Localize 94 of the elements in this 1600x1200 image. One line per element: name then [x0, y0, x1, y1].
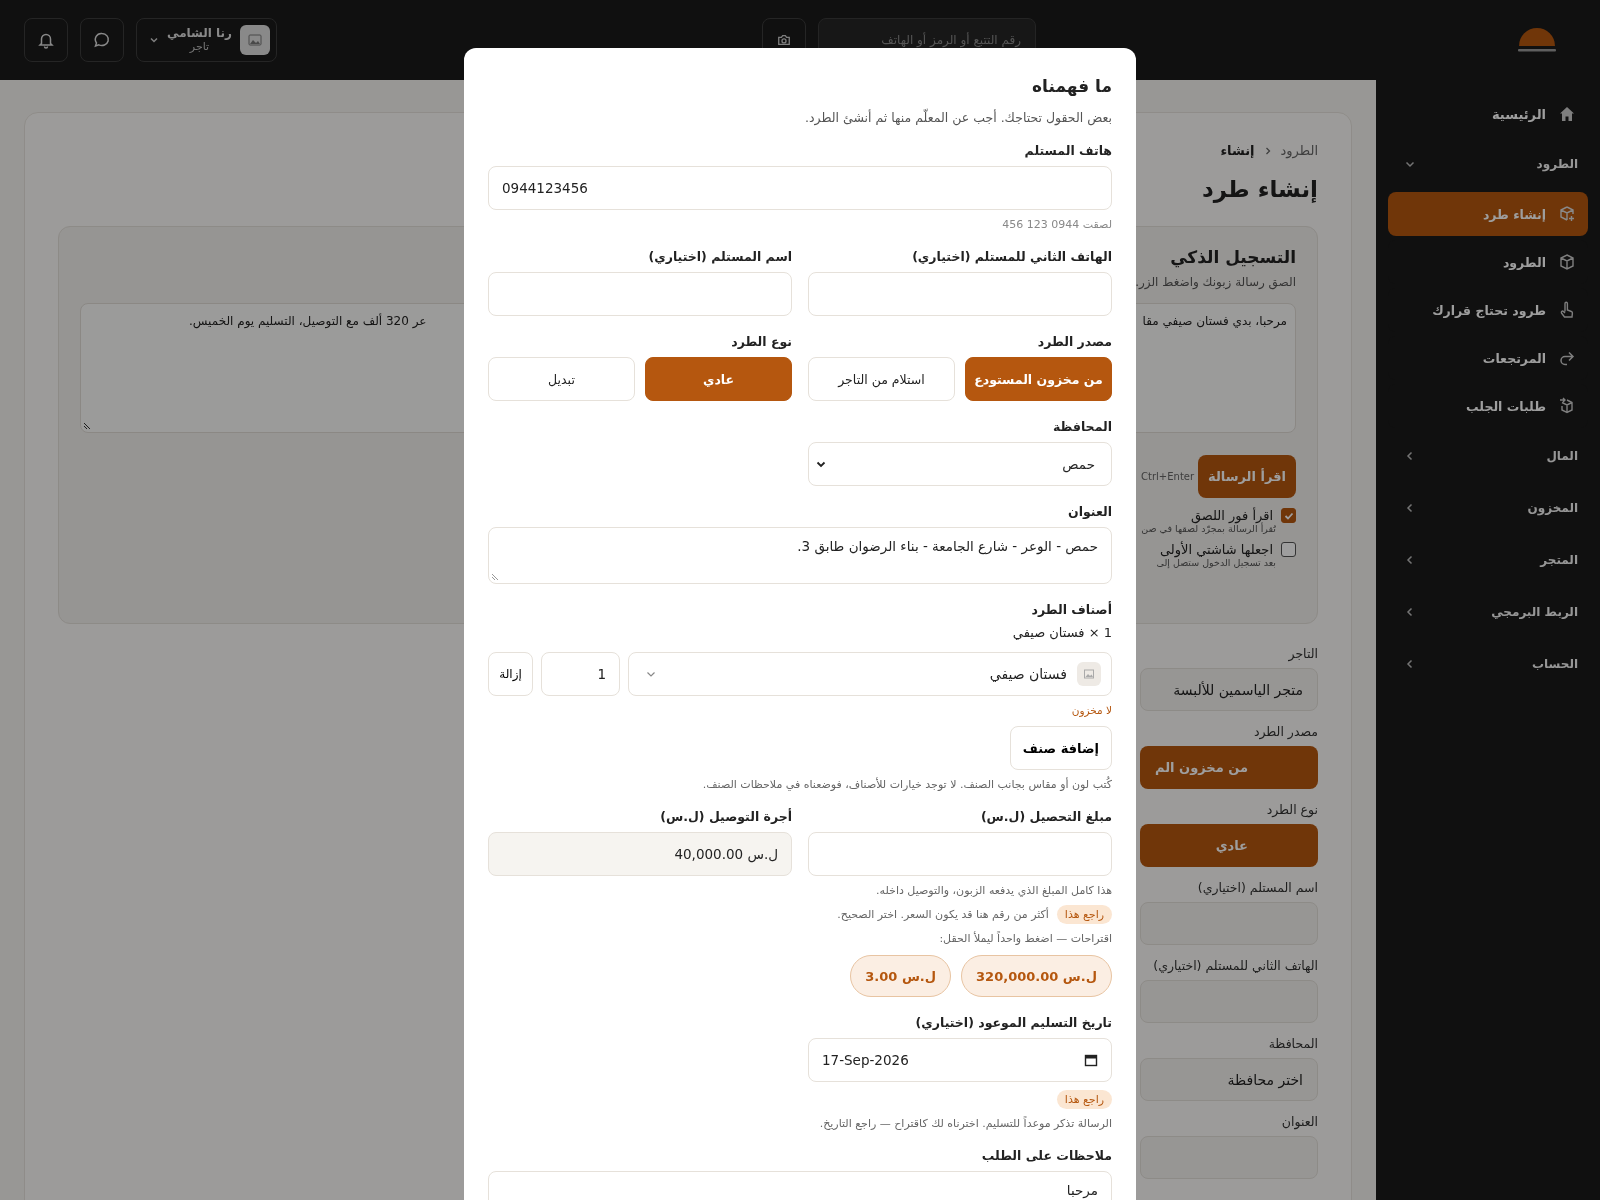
resize-grip-icon: [491, 573, 499, 581]
breadcrumb-current: إنشاء: [1220, 143, 1255, 158]
field-label: أجرة التوصيل (ل.س): [659, 809, 792, 824]
card-title: التسجيل الذكي: [1170, 247, 1296, 267]
box-plus-icon: [1558, 205, 1576, 223]
address-field[interactable]: حمص - الوعر - شارع الجامعة - بناء الرضوان طابق 3.: [488, 527, 1112, 584]
checkbox[interactable]: [1281, 508, 1296, 523]
remove-button[interactable]: إزالة: [488, 652, 533, 696]
option-hint: بعد تسجيل الدخول ستصل إلى: [1155, 557, 1276, 568]
suggestion-chip[interactable]: ل.س 3.00: [850, 955, 952, 997]
option-button[interactable]: من مخزون الم: [1140, 746, 1318, 789]
option-button[interactable]: عادي: [645, 357, 792, 401]
option-button[interactable]: عادي: [1140, 824, 1318, 867]
field-label: مبلغ التحصيل (ل.س): [979, 809, 1112, 824]
nav-section[interactable]: الحساب: [1388, 638, 1588, 690]
field-label: العنوان: [1067, 504, 1112, 519]
option-hint: تُقرأ الرسالة بمجرّد لصقها في صن: [1140, 523, 1276, 534]
field-label: مصدر الطرد: [1036, 334, 1112, 349]
dialog-subtitle: بعض الحقول تحتاجك. أجب عن المعلّم منها ثم أنشئ الطرد.: [804, 110, 1112, 125]
chat-button[interactable]: [80, 18, 124, 62]
home-icon: [1558, 105, 1576, 123]
select-field[interactable]: اختر محافظة: [1140, 1058, 1318, 1101]
phone-field[interactable]: 0944123456: [488, 166, 1112, 210]
date-field[interactable]: 17-Sep-2026: [808, 1038, 1112, 1082]
field-label: المحافظة: [1052, 419, 1112, 434]
breadcrumb-link[interactable]: الطرود: [1280, 143, 1318, 158]
items-summary: 1 × فستان صيفي: [1011, 625, 1112, 640]
add-item-button[interactable]: إضافة صنف: [1009, 726, 1112, 770]
suggestions-label: اقتراحات — اضغط واحداً ليملأ الحقل:: [938, 932, 1112, 945]
field-label: الهاتف الثاني للمستلم (اختياري): [1152, 958, 1318, 973]
nav-section[interactable]: المخزون: [1388, 482, 1588, 534]
review-badge: راجع هذا: [1056, 1090, 1112, 1109]
hand-icon: [1558, 301, 1576, 319]
nav-item[interactable]: الرئيسية: [1388, 90, 1588, 138]
read-message-button[interactable]: اقرأ الرسالة: [1198, 455, 1296, 498]
nav-section[interactable]: المتجر: [1388, 534, 1588, 586]
field-hint: الرسالة تذكر موعداً للتسليم. اخترناه لك كاقتراح — راجع التاريخ.: [818, 1117, 1112, 1130]
stock-warning: لا مخزون: [1070, 704, 1112, 716]
nav-item[interactable]: إنشاء طرد: [1388, 192, 1588, 236]
option-label: اقرأ فور اللصق: [1190, 508, 1273, 523]
input-field[interactable]: [808, 272, 1112, 316]
input-field[interactable]: [488, 272, 792, 316]
field-label: العنوان: [1280, 1114, 1318, 1129]
field-label: هاتف المستلم: [1023, 143, 1112, 158]
option-button[interactable]: استلام من التاجر: [808, 357, 955, 401]
option-button[interactable]: من مخزون المستودع: [965, 357, 1112, 401]
input-field[interactable]: [808, 832, 1112, 876]
field-hint: هذا كامل المبلغ الذي يدفعه الزبون، والتوصيل داخله.: [875, 884, 1112, 897]
review-badge: راجع هذا: [1056, 905, 1112, 924]
product-select[interactable]: فستان صيفي: [628, 652, 1112, 696]
input-field: ل.س 40,000.00: [488, 832, 792, 876]
nav-section[interactable]: المال: [1388, 430, 1588, 482]
card-subtitle: الصق رسالة زبونك واضغط الزر.: [1134, 275, 1296, 289]
items-note: كُتب لون أو مقاس بجانب الصنف. لا توجد خيارات للأصناف، فوضعناه في ملاحظات الصنف.: [701, 778, 1112, 791]
dialog-title: ما فهمناه: [1031, 76, 1112, 96]
nav-section[interactable]: الطرود: [1388, 138, 1588, 190]
input-field[interactable]: متجر الياسمين للألبسة: [1140, 668, 1318, 711]
field-label: أصناف الطرد: [1030, 602, 1112, 617]
field-label: مصدر الطرد: [1252, 724, 1318, 739]
review-text: أكثر من رقم هنا قد يكون السعر. اختر الصحيح.: [837, 908, 1049, 921]
notifications-button[interactable]: [24, 18, 68, 62]
calendar-icon: [1084, 1053, 1098, 1067]
option-label: اجعلها شاشتي الأولى: [1159, 542, 1273, 557]
field-label: المحافظة: [1267, 1036, 1318, 1051]
select-field[interactable]: حمص: [808, 442, 1112, 486]
field-label: نوع الطرد: [730, 334, 792, 349]
box-arrow-icon: [1558, 397, 1576, 415]
option-button[interactable]: تبديل: [488, 357, 635, 401]
suggestion-chip[interactable]: ل.س 320,000.00: [961, 955, 1112, 997]
field-label: اسم المستلم (اختياري): [1196, 880, 1318, 895]
box-icon: [1558, 253, 1576, 271]
checkbox[interactable]: [1281, 542, 1296, 557]
field-label: نوع الطرد: [1265, 802, 1318, 817]
avatar-icon: [240, 25, 270, 55]
field-label: الهاتف الثاني للمستلم (اختياري): [911, 249, 1112, 264]
quantity-field[interactable]: 1: [541, 652, 620, 696]
shortcut-hint: Ctrl+Enter: [1141, 471, 1195, 482]
chevron-down-icon: [149, 35, 159, 45]
bell-icon: [37, 31, 55, 49]
field-hint: لصقت 0944 123 456: [1001, 218, 1112, 231]
chat-icon: [93, 31, 111, 49]
field-label: ملاحظات على الطلب: [980, 1148, 1112, 1163]
camera-icon: [777, 33, 791, 47]
logo-icon: [1516, 26, 1558, 54]
field-label: تاريخ التسليم الموعود (اختياري): [914, 1015, 1112, 1030]
field-label: التاجر: [1287, 646, 1318, 661]
field-label: اسم المستلم (اختياري): [647, 249, 792, 264]
notes-field[interactable]: مرحبا: [488, 1171, 1112, 1200]
user-menu-button[interactable]: رنا الشامي تاجر: [136, 18, 277, 62]
return-arrow-icon: [1558, 349, 1576, 367]
page-title: إنشاء طرد: [1201, 176, 1318, 202]
nav-section[interactable]: الربط البرمجي: [1388, 586, 1588, 638]
resize-grip-icon: [83, 422, 91, 430]
image-placeholder-icon: [1077, 662, 1101, 686]
